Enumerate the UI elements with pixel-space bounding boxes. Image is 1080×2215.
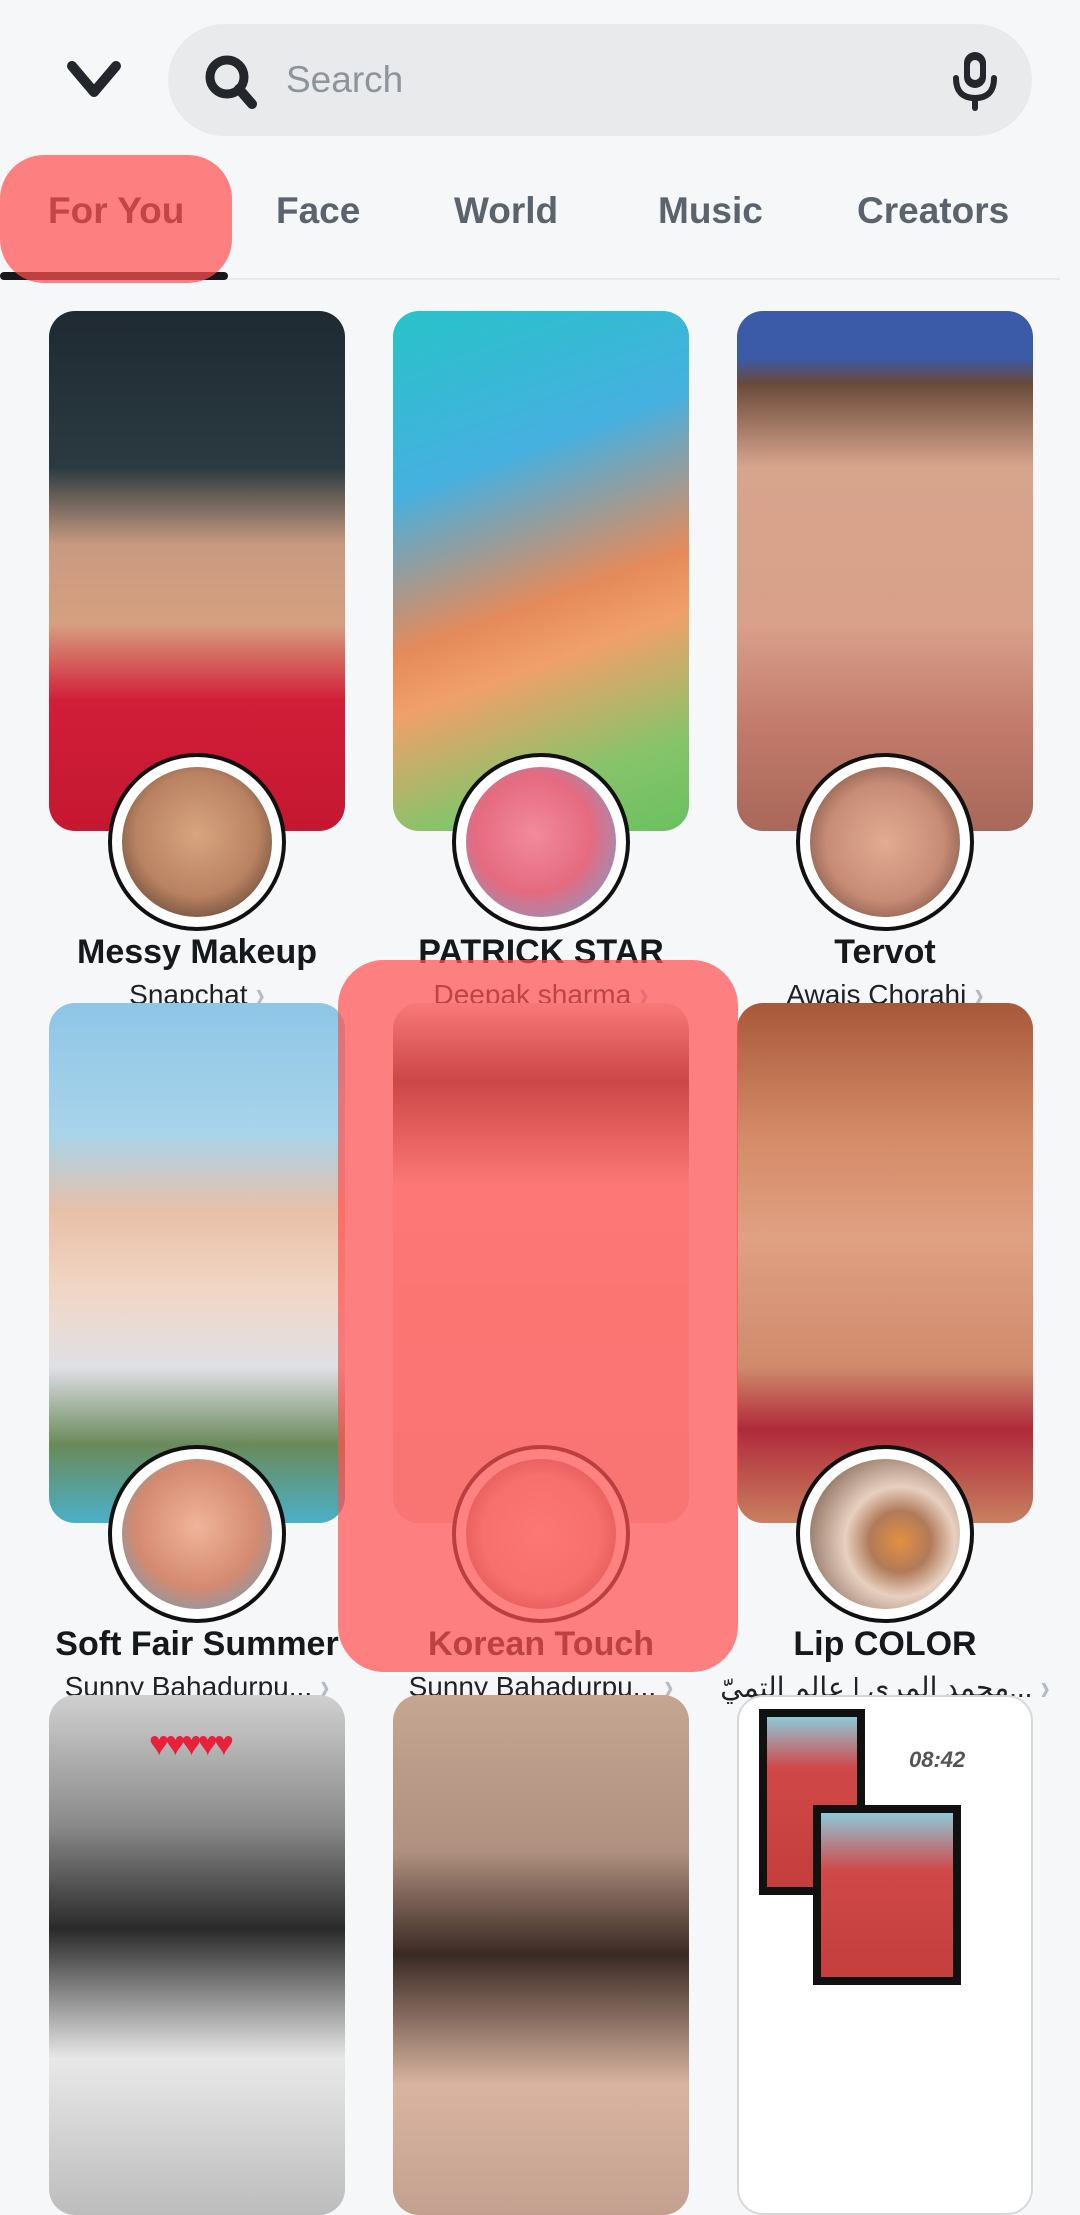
lens-title: Korean Touch <box>427 1625 655 1663</box>
lens-avatar <box>108 753 286 931</box>
search-input[interactable] <box>286 50 886 110</box>
lens-avatar <box>108 1445 286 1623</box>
category-tabs: For You Face World Music Creators <box>0 150 1060 280</box>
lens-title: Lip COLOR <box>793 1625 977 1663</box>
search-icon <box>205 55 257 109</box>
tab-music[interactable]: Music <box>658 190 763 232</box>
lens-title: Tervot <box>834 933 936 971</box>
microphone-icon[interactable] <box>950 50 1000 112</box>
lens-avatar <box>796 1445 974 1623</box>
chevron-down-icon <box>67 61 121 97</box>
lens-title: Messy Makeup <box>77 933 317 971</box>
lens-thumbnail[interactable] <box>393 1695 689 2215</box>
tab-world[interactable]: World <box>454 190 558 232</box>
tab-face[interactable]: Face <box>276 190 360 232</box>
tab-creators[interactable]: Creators <box>857 190 1009 232</box>
chevron-right-icon: › <box>1040 1667 1050 1708</box>
lens-title: Soft Fair Summer <box>55 1625 339 1663</box>
lens-title: PATRICK STAR <box>418 933 664 971</box>
tab-for-you[interactable]: For You <box>48 190 184 232</box>
active-tab-indicator <box>0 272 228 280</box>
lens-avatar <box>796 753 974 931</box>
lens-avatar <box>452 1445 630 1623</box>
lens-avatar <box>452 753 630 931</box>
top-bar <box>0 0 1080 150</box>
search-bar[interactable] <box>168 24 1032 136</box>
photo-frame <box>813 1805 961 1985</box>
timestamp-overlay: 08:42 <box>909 1747 966 1772</box>
collapse-button[interactable] <box>62 52 126 108</box>
heart-crown-decoration: ♥♥♥♥♥ <box>149 1725 234 1763</box>
lens-thumbnail[interactable]: ♥♥♥♥♥ <box>49 1695 345 2215</box>
lens-thumbnail[interactable]: 08:42 <box>737 1695 1033 2215</box>
